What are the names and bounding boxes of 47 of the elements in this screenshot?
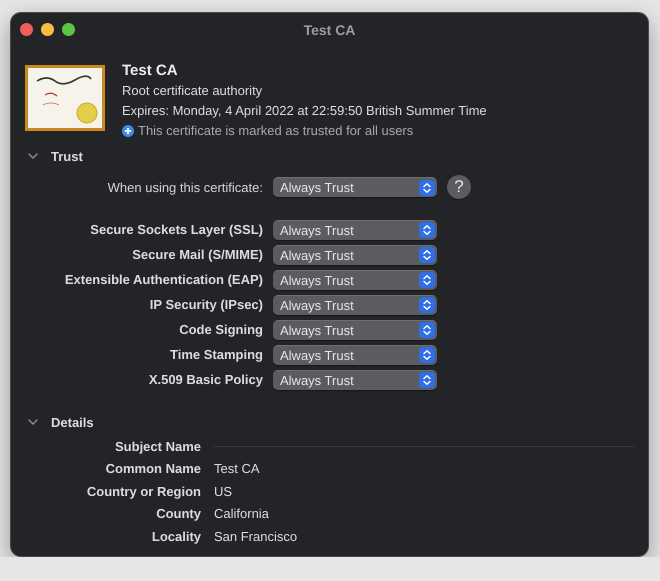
- window-title: Test CA: [304, 22, 356, 38]
- stepper-icon: [419, 372, 435, 388]
- stepper-icon: [419, 222, 435, 238]
- detail-value: US: [214, 484, 232, 499]
- trust-popup-button[interactable]: Always Trust: [273, 370, 437, 390]
- policy-label: Extensible Authentication (EAP): [64, 272, 264, 287]
- zoom-button[interactable]: [62, 23, 75, 36]
- detail-label: County: [155, 506, 201, 522]
- stepper-icon: [419, 297, 435, 313]
- detail-value: California: [214, 506, 269, 522]
- plus-icon: [122, 125, 134, 137]
- detail-value: San Francisco: [214, 528, 298, 544]
- stepper-icon: [419, 180, 435, 196]
- policy-label: Code Signing: [178, 322, 264, 337]
- detail-label: Locality: [150, 528, 201, 544]
- close-button[interactable]: [20, 23, 33, 36]
- trust-popup-button[interactable]: Always Trust: [273, 244, 437, 264]
- trust-note: This certificate is marked as trusted for all users: [138, 122, 414, 140]
- trust-popup-button[interactable]: Always Trust: [273, 177, 437, 197]
- stepper-icon: [419, 322, 435, 338]
- detail-heading: Subject Name: [114, 438, 201, 454]
- trust-popup-button[interactable]: Always Trust: [273, 344, 437, 364]
- certificate-name: Test CA: [122, 61, 179, 81]
- expiry-date: Expires: Monday, 4 April 2022 at 22:59:50 British Summer Time: [122, 102, 487, 120]
- disclosure-chevron-icon[interactable]: [27, 152, 39, 160]
- policy-label: X.509 Basic Policy: [148, 372, 264, 387]
- stepper-icon: [419, 247, 435, 263]
- trust-popup-button[interactable]: Always Trust: [273, 220, 437, 240]
- stepper-icon: [419, 272, 435, 288]
- policy-label: Secure Mail (S/MIME): [131, 247, 264, 262]
- trust-label: When using this certificate:: [106, 180, 264, 194]
- trust-popup-button[interactable]: Always Trust: [273, 320, 437, 340]
- stepper-icon: [419, 347, 435, 363]
- help-button[interactable]: ?: [447, 175, 471, 199]
- policy-label: Time Stamping: [169, 347, 264, 362]
- minimize-button[interactable]: [41, 23, 54, 36]
- detail-label: Country or Region: [86, 484, 201, 499]
- certificate-type: Root certificate authority: [122, 82, 264, 100]
- policy-label: IP Security (IPsec): [148, 297, 264, 312]
- detail-label: Common Name: [104, 461, 201, 476]
- policy-label: Secure Sockets Layer (SSL): [89, 222, 264, 237]
- disclosure-chevron-icon[interactable]: [27, 418, 39, 426]
- section-title: Trust: [51, 148, 83, 164]
- detail-value: Test CA: [214, 461, 260, 476]
- trust-popup-button[interactable]: Always Trust: [273, 270, 437, 290]
- trust-popup-button[interactable]: Always Trust: [273, 294, 437, 314]
- section-title: Details: [51, 414, 94, 430]
